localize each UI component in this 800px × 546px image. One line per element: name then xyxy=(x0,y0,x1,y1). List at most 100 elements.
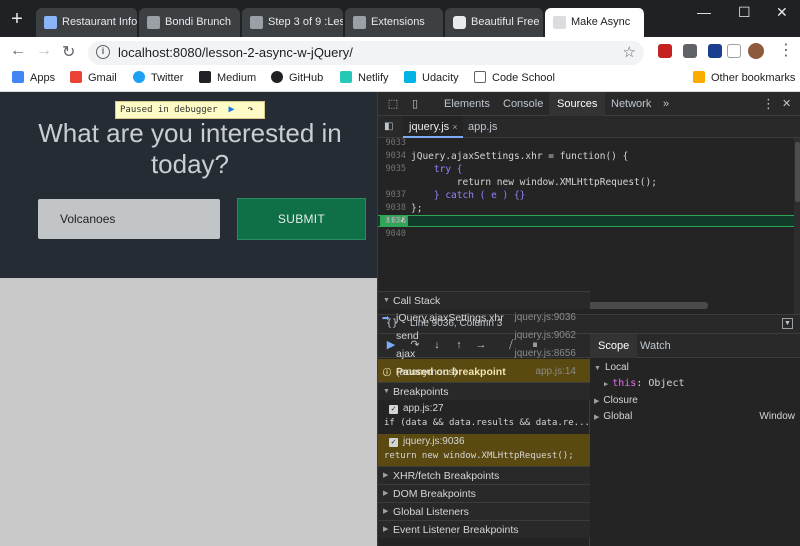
browser-toolbar: ← → ↻ i localhost:8080/lesson-2-async-w-… xyxy=(0,37,800,67)
breakpoint-checkbox[interactable]: ✓ xyxy=(389,438,398,447)
github-icon xyxy=(271,71,283,83)
bookmark-github[interactable]: GitHub xyxy=(271,71,323,84)
line-number[interactable]: 9040 xyxy=(378,229,406,240)
scope-value: Window xyxy=(759,411,795,422)
extension-icon[interactable] xyxy=(708,44,722,58)
close-icon[interactable]: ✕ xyxy=(776,4,788,21)
url-text: localhost:8080/lesson-2-async-w-jQuery/ xyxy=(118,45,353,60)
resume-icon[interactable]: ▶ xyxy=(225,104,238,116)
coverage-icon[interactable]: ▼ xyxy=(782,318,793,329)
global-listeners-header[interactable]: ▶ Global Listeners xyxy=(378,502,590,520)
extension-icon[interactable] xyxy=(683,44,697,58)
back-icon[interactable]: ← xyxy=(10,42,26,60)
bookmark-label: Code School xyxy=(492,72,555,84)
breakpoints-header[interactable]: ▼ Breakpoints xyxy=(378,382,590,400)
current-frame-icon: ➡ xyxy=(382,313,390,323)
browser-tab-active[interactable]: Make Async xyxy=(545,8,645,37)
ublock-icon[interactable] xyxy=(658,44,672,58)
breakpoint-checkbox[interactable]: ✓ xyxy=(389,405,398,414)
minimize-icon[interactable]: — xyxy=(697,4,711,20)
line-number[interactable]: 9037 xyxy=(378,190,406,201)
forward-icon[interactable]: → xyxy=(36,42,52,60)
avatar[interactable] xyxy=(748,43,764,59)
expand-icon: ▼ xyxy=(594,365,601,372)
breakpoint-item-active[interactable]: ✓ jquery.js:9036 return new window.XMLHt… xyxy=(378,434,590,467)
tab-elements[interactable]: Elements xyxy=(436,92,498,116)
tab-watch[interactable]: Watch xyxy=(632,334,679,358)
scope-this[interactable]: ▶ this: Object xyxy=(590,376,684,392)
maximize-icon[interactable]: ☐ xyxy=(738,4,751,21)
scope-closure[interactable]: ▶ Closure xyxy=(590,393,638,409)
section-title: XHR/fetch Breakpoints xyxy=(393,470,500,482)
inspect-icon[interactable]: ⬚ xyxy=(384,92,402,116)
line-number[interactable]: 9038 xyxy=(378,203,406,214)
close-icon[interactable]: × xyxy=(452,122,457,132)
file-tab-app[interactable]: app.js xyxy=(462,116,503,138)
frame-location[interactable]: jquery.js:9062 xyxy=(514,327,576,345)
bookmark-medium[interactable]: Medium xyxy=(199,71,256,84)
line-number[interactable]: 9034 xyxy=(378,151,406,162)
tab-sources[interactable]: Sources xyxy=(549,92,606,116)
settings-icon[interactable]: ⋮ xyxy=(762,92,775,116)
breakpoint-item[interactable]: ✓ app.js:27 if (data && data.results && … xyxy=(378,401,590,434)
browser-tab[interactable]: Extensions xyxy=(345,8,444,37)
device-toggle-icon[interactable]: ▯ xyxy=(406,92,424,116)
extension-icon[interactable] xyxy=(727,44,741,58)
line-number[interactable]: 9035 xyxy=(378,164,406,175)
bookmark-twitter[interactable]: Twitter xyxy=(133,71,183,84)
scope-global[interactable]: ▶ Global Window xyxy=(590,409,800,425)
bookmark-apps[interactable]: Apps xyxy=(12,71,55,84)
navigator-toggle-icon[interactable]: ◧ xyxy=(384,115,393,139)
browser-tab[interactable]: Restaurant Info xyxy=(36,8,138,37)
xhr-breakpoints-header[interactable]: ▶ XHR/fetch Breakpoints xyxy=(378,466,590,484)
gmail-icon xyxy=(70,71,82,83)
bookmark-code-school[interactable]: Code School xyxy=(474,71,555,84)
frame-location[interactable]: app.js:14 xyxy=(535,363,576,381)
star-icon[interactable]: ☆ xyxy=(623,43,636,61)
call-frame[interactable]: send jquery.js:9062 xyxy=(378,327,590,345)
frame-function: send xyxy=(396,330,419,342)
interest-input[interactable]: Volcanoes xyxy=(38,199,220,239)
browser-tab[interactable]: Beautiful Free I xyxy=(445,8,544,37)
code-scrollbar-thumb[interactable] xyxy=(795,142,800,202)
call-frame-active[interactable]: ➡ jQuery.ajaxSettings.xhr jquery.js:9036 xyxy=(378,309,590,327)
collapsed-icon: ▶ xyxy=(383,508,389,515)
frame-location[interactable]: jquery.js:9036 xyxy=(514,309,576,327)
bookmark-udacity[interactable]: Udacity xyxy=(404,71,459,84)
collapsed-icon: ▶ xyxy=(594,398,600,405)
call-stack-header[interactable]: ▼ Call Stack xyxy=(378,291,590,309)
close-devtools-icon[interactable]: ✕ xyxy=(782,92,791,116)
bookmark-gmail[interactable]: Gmail xyxy=(70,71,117,84)
info-icon[interactable]: i xyxy=(96,45,110,59)
scope-local[interactable]: ▼ Local xyxy=(590,360,629,376)
call-frame[interactable]: ajax jquery.js:8656 xyxy=(378,345,590,363)
menu-icon[interactable]: ⋮ xyxy=(778,40,794,60)
tab-scope[interactable]: Scope xyxy=(590,334,638,358)
dom-breakpoints-header[interactable]: ▶ DOM Breakpoints xyxy=(378,484,590,502)
expand-icon: ▼ xyxy=(383,388,390,395)
breakpoint-location: jquery.js:9036 xyxy=(403,436,465,447)
event-listener-breakpoints-header[interactable]: ▶ Event Listener Breakpoints xyxy=(378,520,590,538)
submit-button[interactable]: SUBMIT xyxy=(237,198,366,240)
breakpoint-location: app.js:27 xyxy=(403,403,444,414)
file-tab-jquery[interactable]: jquery.js × xyxy=(403,116,464,138)
browser-tab[interactable]: Bondi Brunch xyxy=(139,8,241,37)
step-over-icon[interactable]: ↷ xyxy=(244,104,257,116)
bookmark-netlify[interactable]: Netlify xyxy=(340,71,389,84)
code-editor[interactable]: 9033 9034 9035 9036 9037 9038 9039 9040 … xyxy=(378,138,794,314)
line-number[interactable]: 9033 xyxy=(378,138,406,149)
line-number[interactable]: 9039 xyxy=(378,216,406,227)
tab-network[interactable]: Network xyxy=(603,92,659,116)
address-bar[interactable]: i localhost:8080/lesson-2-async-w-jQuery… xyxy=(88,41,644,65)
more-tabs-icon[interactable]: » xyxy=(663,92,669,116)
tab-label: Restaurant Info xyxy=(62,16,138,28)
frame-location[interactable]: jquery.js:8656 xyxy=(514,345,576,363)
call-frame[interactable]: (anonymous) app.js:14 xyxy=(378,363,590,381)
new-tab-button[interactable]: + xyxy=(8,9,26,29)
tab-console[interactable]: Console xyxy=(495,92,551,116)
other-bookmarks[interactable]: Other bookmarks xyxy=(693,71,795,84)
frame-function: (anonymous) xyxy=(396,366,458,378)
reload-icon[interactable]: ↻ xyxy=(62,42,75,62)
browser-tab[interactable]: Step 3 of 9 :Les xyxy=(242,8,344,37)
expand-icon: ▼ xyxy=(383,297,390,304)
